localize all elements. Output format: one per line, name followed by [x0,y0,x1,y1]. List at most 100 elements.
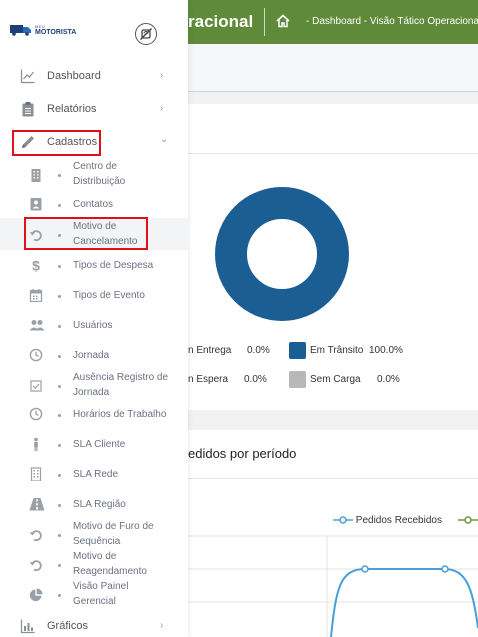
submenu-bullet [58,325,61,328]
chevron-down-icon: ⌄ [160,134,169,145]
submenu-bullet [58,444,61,447]
sidebar-item-dashboard[interactable]: Dashboard › [0,68,188,86]
calendar-icon [29,289,43,302]
chevron-right-icon: › [160,620,164,631]
users-icon [29,320,45,331]
building-icon [30,467,42,481]
submenu-item-tipos-de-evento[interactable]: Tipos de Evento [0,287,188,305]
submenu-bullet [58,174,61,177]
data-point [361,565,369,573]
submenu-item-ausencia-registro-de-jornada[interactable]: Ausência Registro de Jornada [0,369,188,401]
person-icon [34,437,38,451]
legend-item-second-series[interactable] [458,515,478,526]
home-icon[interactable] [275,13,291,29]
submenu-item-motivo-de-reagendamento[interactable]: Motivo de Reagendamento [0,548,188,580]
filter-band [188,44,478,92]
highlight-box-cadastros [12,130,101,156]
chevron-right-icon: › [160,70,164,81]
legend-label-em-transito: Em Trânsito [310,345,364,356]
breadcrumb: - Dashboard - Visão Tático Operacional [306,16,478,27]
status-card: n Entrega 0.0% Em Trânsito 100.0% n Espe… [188,104,478,410]
submenu-item-motivo-de-furo-de-sequencia[interactable]: Motivo de Furo de Sequência [0,518,188,550]
submenu-bullet [58,385,61,388]
submenu-item-horarios-de-trabalho[interactable]: Horários de Trabalho [0,406,188,424]
submenu-item-visao-painel-gerencial[interactable]: Visão Painel Gerencial [0,578,188,610]
donut-slice-em-transito [215,187,349,321]
legend-swatch-sem-carga[interactable] [289,371,306,388]
period-card: edidos por período Pedidos Recebidos [188,430,478,637]
submenu-item-label: Contatos [73,199,114,210]
checkbox-icon [30,380,42,392]
undo-icon [29,530,42,542]
legend-label-em-espera: n Espera [188,374,229,385]
submenu-item-jornada[interactable]: Jornada [0,347,188,365]
sidebar-item-label: Gráficos [47,620,88,632]
road-icon [29,498,45,511]
top-header: racional - Dashboard - Visão Tático Oper… [188,0,478,44]
status-donut-chart [215,187,349,321]
submenu-item-sla-rede[interactable]: SLA Rede [0,466,188,484]
sidebar-item-graficos[interactable]: Gráficos › [0,618,188,636]
clipboard-icon [22,102,34,117]
chevron-right-icon: › [160,103,164,114]
page: racional - Dashboard - Visão Tático Oper… [0,0,478,637]
submenu-item-label: Horários de Trabalho [73,409,167,420]
submenu-item-label: Motivo de Reagendamento [73,551,147,577]
submenu-bullet [58,564,61,567]
submenu-bullet [58,265,61,268]
sync-off-button[interactable] [135,23,157,45]
submenu-item-label: Centro de Distribuição [73,161,126,187]
submenu-bullet [58,295,61,298]
truck-icon [10,25,31,36]
contact-card-icon [30,198,42,211]
submenu-item-usuarios[interactable]: Usuários [0,317,188,335]
sidebar-item-relatorios[interactable]: Relatórios › [0,101,188,119]
legend-label-pedidos-recebidos: Pedidos Recebidos [355,515,442,526]
card-divider [188,478,478,479]
sync-off-icon [140,28,152,40]
undo-icon [29,560,42,572]
submenu-item-label: Tipos de Despesa [73,260,154,271]
sidebar: MEU MOTORISTA Dashboard › Relatórios › C… [0,0,188,637]
submenu-bullet [58,504,61,507]
submenu-item-centro-de-distribuicao[interactable]: Centro de Distribuição [0,158,188,190]
period-line-chart [188,535,478,637]
legend-value-em-transito: 100.0% [369,345,403,356]
dollar-icon: $ [32,258,40,272]
submenu-item-label: Motivo de Furo de Sequência [73,521,154,547]
clock-icon [29,348,43,362]
legend-swatch-em-transito[interactable] [289,342,306,359]
submenu-bullet [58,204,61,207]
data-point [441,565,449,573]
submenu-item-contatos[interactable]: Contatos [0,196,188,214]
legend-label-sem-carga: Sem Carga [310,374,361,385]
submenu-bullet [58,355,61,358]
sidebar-item-label: Relatórios [47,103,97,115]
bar-chart-icon [20,619,35,634]
submenu-item-label: Usuários [73,320,113,331]
legend-label-em-entrega: n Entrega [188,345,232,356]
legend-value-em-espera: 0.0% [244,374,267,385]
submenu-item-tipos-de-despesa[interactable]: $ Tipos de Despesa [0,257,188,275]
legend-marker-pedidos-recebidos [333,516,353,525]
submenu-bullet [58,594,61,597]
page-title: racional [188,12,254,31]
legend-marker-second-series [458,516,478,525]
chart-line-icon [20,69,35,84]
submenu-bullet [58,414,61,417]
submenu-item-label: SLA Cliente [73,439,126,450]
submenu-bullet [58,534,61,537]
period-chart-title: edidos por período [188,446,297,461]
legend-value-em-entrega: 0.0% [247,345,270,356]
submenu-item-sla-cliente[interactable]: SLA Cliente [0,436,188,454]
submenu-bullet [58,474,61,477]
submenu-item-label: Ausência Registro de Jornada [73,372,169,398]
submenu-item-sla-regiao[interactable]: SLA Região [0,496,188,514]
svg-text:$: $ [32,258,40,272]
logo-main-text: MOTORISTA [35,28,77,36]
legend-item-pedidos-recebidos[interactable]: Pedidos Recebidos [333,515,442,526]
logo-text: MEU MOTORISTA [35,24,77,36]
app-logo[interactable]: MEU MOTORISTA [10,24,76,36]
header-separator [264,8,265,36]
sidebar-item-label: Dashboard [47,70,101,82]
